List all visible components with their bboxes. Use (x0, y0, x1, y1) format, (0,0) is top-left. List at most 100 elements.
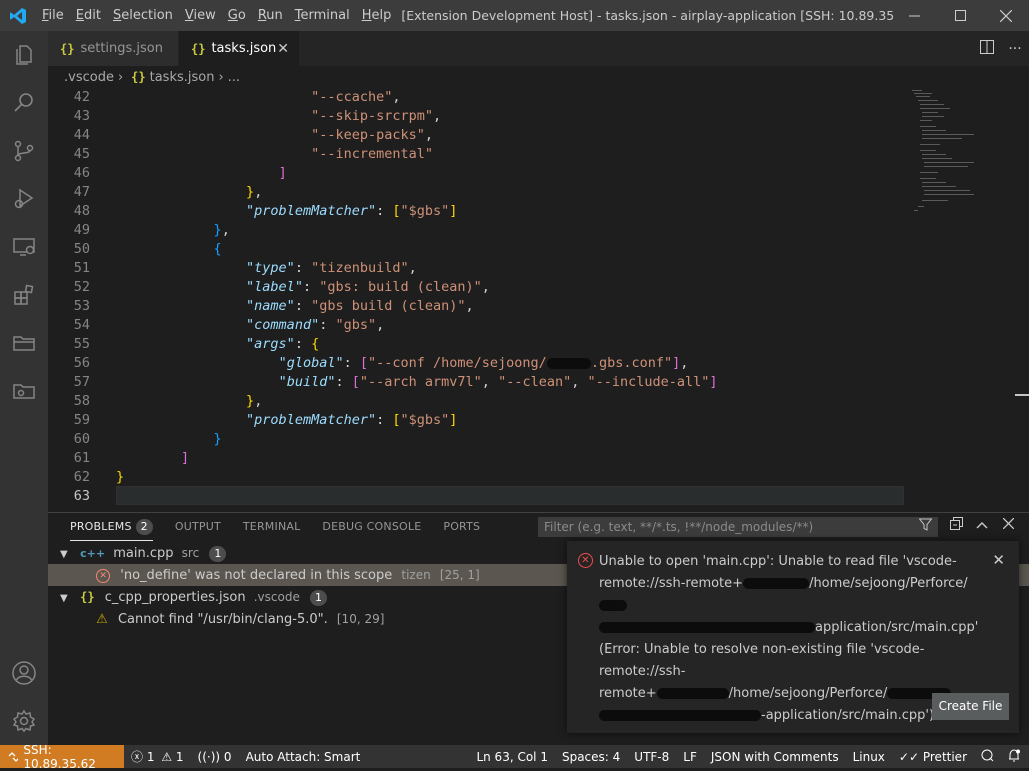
redacted-text (546, 357, 591, 369)
tab-terminal[interactable]: TERMINAL (243, 513, 301, 541)
breadcrumb-file[interactable]: tasks.json (150, 70, 215, 85)
menu-help[interactable]: Help (356, 0, 398, 31)
extensions-icon[interactable] (0, 271, 48, 319)
split-editor-icon[interactable] (973, 39, 1001, 58)
scrollbar-thumb[interactable] (1015, 394, 1029, 396)
editor-scrollbar[interactable] (1015, 88, 1029, 508)
more-actions-icon[interactable]: ··· (1001, 41, 1029, 57)
account-icon[interactable] (0, 649, 48, 697)
filter-icon[interactable] (918, 518, 933, 538)
code-line: 51 "type": "tizenbuild", (73, 260, 417, 276)
folder-icon[interactable] (0, 319, 48, 367)
window-title: [Extension Development Host] - tasks.jso… (401, 8, 895, 23)
code-line: 52 "label": "gbs: build (clean)", (73, 279, 490, 295)
tab-ports[interactable]: PORTS (443, 513, 480, 541)
tab-output[interactable]: OUTPUT (175, 513, 221, 541)
breadcrumb-separator: › (117, 69, 124, 85)
breadcrumb: .vscode › {} tasks.json › ... (48, 66, 1029, 88)
maximize-panel-icon[interactable] (969, 517, 995, 534)
tab-tasks-json[interactable]: {} tasks.json ✕ (179, 31, 299, 66)
code-line: 61 ] (73, 450, 190, 466)
cursor-position[interactable]: Ln 63, Col 1 (469, 750, 555, 764)
explorer-icon[interactable] (0, 31, 48, 79)
problem-group-c-cpp-properties[interactable]: ▼ {} c_cpp_properties.json .vscode 1 (60, 586, 327, 608)
code-line: 49 }, (73, 222, 230, 238)
cpp-file-icon: c++ (80, 547, 106, 560)
close-tab-icon[interactable]: ✕ (277, 41, 289, 57)
source-control-icon[interactable] (0, 127, 48, 175)
code-editor[interactable]: 42 "--ccache", 43 "--skip-srcrpm", 44 "-… (48, 88, 1029, 508)
problem-count-badge: 1 (309, 590, 327, 606)
problem-group-main-cpp[interactable]: ▼ c++ main.cpp src 1 (60, 542, 227, 564)
chevron-down-icon: ▼ (60, 549, 68, 560)
redacted-text (599, 622, 815, 633)
broadcast-icon: ((·)) (197, 749, 221, 764)
containers-icon[interactable] (0, 367, 48, 415)
redacted-text (599, 600, 627, 611)
breadcrumb-folder[interactable]: .vscode (64, 70, 114, 85)
close-notification-icon[interactable]: ✕ (992, 551, 1005, 569)
notifications-bell-icon[interactable] (1001, 748, 1029, 765)
prettier-status[interactable]: ✓✓ Prettier (892, 750, 974, 764)
tab-debug-console[interactable]: DEBUG CONSOLE (322, 513, 421, 541)
menu-selection[interactable]: Selection (107, 0, 179, 31)
problem-item[interactable]: ⚠ Cannot find "/usr/bin/clang-5.0". [10,… (48, 608, 384, 630)
code-line: 45 "--incremental" (73, 146, 433, 162)
code-line: 44 "--keep-packs", (73, 127, 434, 143)
feedback-icon[interactable] (974, 749, 1001, 765)
code-line: 53 "name": "gbs build (clean)", (73, 298, 474, 314)
remote-icon (8, 751, 19, 762)
redacted-text (743, 578, 810, 589)
ports-status[interactable]: ((·)) 0 (191, 750, 239, 764)
editor-tabs: {} settings.json {} tasks.json ✕ ··· (48, 31, 1029, 66)
json-file-icon: {} (80, 590, 95, 604)
os-status[interactable]: Linux (846, 750, 892, 764)
maximize-button[interactable] (937, 0, 983, 31)
settings-gear-icon[interactable] (0, 697, 48, 745)
status-bar: SSH: 10.89.35.62 ⓧ 1 ⚠ 1 ((·)) 0 Auto At… (0, 743, 1029, 771)
create-file-button[interactable]: Create File (932, 693, 1009, 720)
chevron-down-icon: ▼ (60, 593, 68, 604)
error-icon: ✕ (578, 553, 593, 568)
indentation-status[interactable]: Spaces: 4 (555, 750, 627, 764)
breadcrumb-symbol[interactable]: ... (228, 70, 240, 85)
json-file-icon: {} (191, 41, 206, 56)
notification-message: Unable to open 'main.cpp': Unable to rea… (599, 554, 979, 723)
search-icon[interactable] (0, 79, 48, 127)
code-line: 48 "problemMatcher": ["$gbs"] (73, 203, 458, 219)
menu-edit[interactable]: Edit (70, 0, 107, 31)
problems-filter-input[interactable]: Filter (e.g. text, **/*.ts, !**/node_mod… (538, 517, 938, 537)
close-window-button[interactable] (983, 0, 1029, 31)
menu-file[interactable]: File (36, 0, 70, 31)
problems-status[interactable]: ⓧ 1 ⚠ 1 (124, 748, 191, 765)
redacted-text (599, 710, 761, 721)
title-bar: File Edit Selection View Go Run Terminal… (0, 0, 1029, 31)
tab-problems[interactable]: PROBLEMS 2 (70, 514, 153, 541)
code-line: 54 "command": "gbs", (73, 317, 385, 333)
encoding-status[interactable]: UTF-8 (627, 750, 676, 764)
code-line: 42 "--ccache", (73, 89, 401, 105)
warning-icon: ⚠ (161, 750, 173, 764)
minimap[interactable] (910, 88, 1010, 218)
menu-terminal[interactable]: Terminal (289, 0, 356, 31)
run-debug-icon[interactable] (0, 175, 48, 223)
code-line: 63 (73, 488, 90, 504)
language-mode[interactable]: JSON with Comments (704, 750, 846, 764)
remote-explorer-icon[interactable] (0, 223, 48, 271)
error-icon: ✕ (96, 568, 111, 583)
tab-settings-json[interactable]: {} settings.json (48, 31, 179, 66)
close-panel-icon[interactable] (995, 517, 1021, 534)
remote-indicator[interactable]: SSH: 10.89.35.62 (0, 743, 124, 771)
menu-go[interactable]: Go (222, 0, 252, 31)
menu-view[interactable]: View (179, 0, 222, 31)
code-line: 60 } (73, 431, 222, 447)
auto-attach-status[interactable]: Auto Attach: Smart (239, 750, 368, 764)
collapse-all-icon[interactable] (943, 517, 969, 534)
code-line: 46 ] (73, 165, 287, 181)
activity-bar (0, 31, 48, 745)
minimize-button[interactable] (891, 0, 937, 31)
menu-run[interactable]: Run (252, 0, 289, 31)
eol-status[interactable]: LF (676, 750, 704, 764)
code-line: 47 }, (73, 184, 263, 200)
vscode-logo-icon (0, 0, 36, 31)
